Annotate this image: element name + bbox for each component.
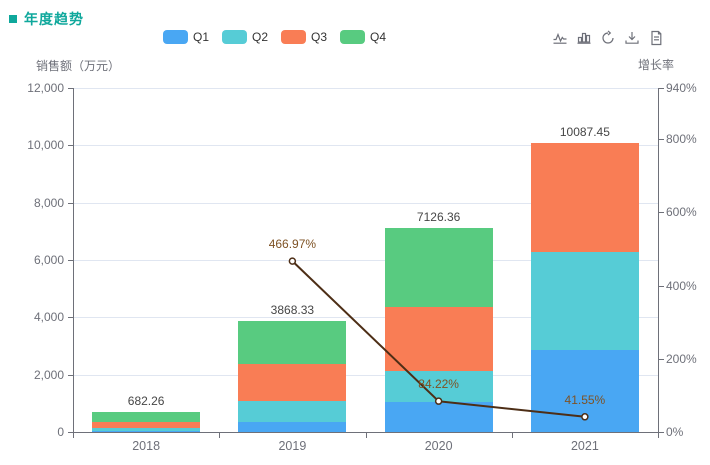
growth-value-label: 41.55% — [564, 392, 606, 407]
growth-value-label: 84.22% — [418, 377, 459, 392]
growth-line-point[interactable] — [434, 397, 443, 405]
chart-panel: 年度趋势 Q1 Q2 Q3 Q4 销售额（万元） 增长率 682.26 3868.33 7… — [0, 0, 710, 465]
growth-value-label: 466.97% — [268, 237, 317, 252]
chart-plot-area: 682.26 3868.33 7126.36 10087.45 0 2,000 4,000 6… — [0, 0, 710, 465]
growth-line-point[interactable] — [288, 257, 297, 265]
growth-line-point[interactable] — [581, 413, 589, 421]
